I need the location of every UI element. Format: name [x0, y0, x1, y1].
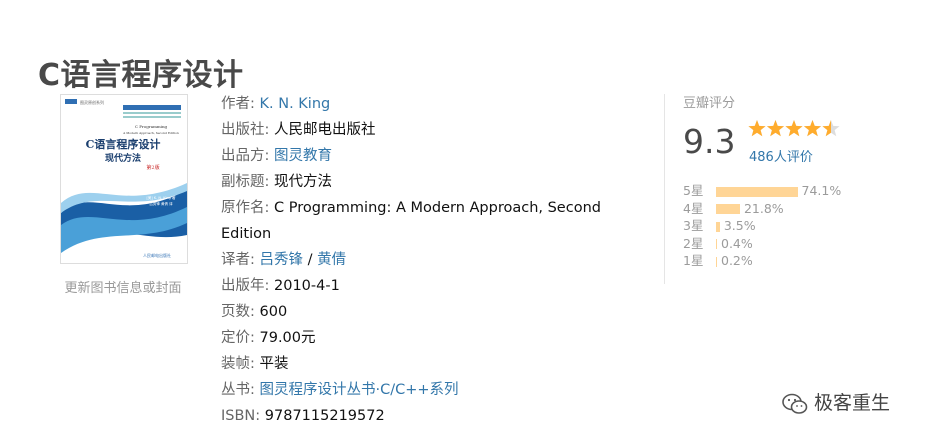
translator-link-1[interactable]: 吕秀锋 — [260, 252, 304, 268]
rating-percent: 0.4% — [721, 235, 753, 251]
cover-title-en-1: C Programming — [135, 124, 168, 129]
info-pages: 页数: 600 — [221, 304, 288, 320]
rating-bar — [716, 186, 798, 197]
cover-title-en-2: A Modern Approach, Second Edition — [122, 131, 179, 135]
star-filled-2 — [766, 120, 785, 137]
info-translators: 译者: 吕秀锋 / 黄倩 — [221, 252, 347, 268]
watermark: 极客重生 — [782, 388, 890, 415]
divider — [664, 94, 665, 284]
rating-panel: 豆瓣评分 9.3 486人评价 — [683, 92, 883, 165]
star-filled-4 — [803, 120, 822, 137]
info-subtitle: 副标题: 现代方法 — [221, 174, 332, 190]
info-publisher: 出版社: 人民邮电出版社 — [221, 122, 376, 138]
rating-bar — [716, 239, 717, 249]
rating-bar — [716, 256, 717, 267]
cover-title-cn: C语言程序设计 — [86, 137, 161, 151]
rating-percent: 74.1% — [801, 183, 842, 198]
update-cover-link[interactable]: 更新图书信息或封面 — [50, 277, 196, 296]
info-series: 丛书: 图灵程序设计丛书·C/C++系列 — [221, 382, 459, 398]
cover-author: [美] K. N. King 著 — [146, 195, 176, 200]
rating-percent: 21.8% — [743, 200, 784, 216]
producer-link[interactable]: 图灵教育 — [274, 148, 332, 164]
translator-link-2[interactable]: 黄倩 — [317, 252, 346, 268]
cover-translators: 吕秀锋 黄倩 译 — [149, 201, 173, 206]
info-isbn: ISBN: 9787115219572 — [221, 408, 385, 424]
cover-edition: 第2版 — [146, 164, 159, 171]
rating-row-label: 5星 — [683, 183, 704, 198]
star-rating-icon — [748, 120, 840, 137]
info-author: 作者: K. N. King — [221, 96, 331, 112]
rating-row-2-star: 2星 0.4% — [683, 235, 841, 253]
rating-row-3-star: 3星 3.5% — [683, 217, 841, 235]
info-binding: 装帧: 平装 — [221, 356, 289, 372]
rating-header: 豆瓣评分 — [683, 96, 736, 111]
cover-art: 图灵原创系列 C Programming A Modern Approach, … — [61, 95, 187, 263]
rating-distribution: 5星 74.1% 4星 21.8% 3星 3.5% 2星 0.4% 1星 0.2% — [683, 182, 841, 270]
cover-series-badge: 图灵原创系列 — [80, 99, 104, 105]
info-pub-year: 出版年: 2010-4-1 — [221, 278, 340, 294]
rating-percent: 3.5% — [723, 218, 756, 233]
author-link[interactable]: K. N. King — [260, 96, 331, 112]
rating-row-1-star: 1星 0.2% — [683, 252, 841, 270]
book-info: 作者: K. N. King 出版社: 人民邮电出版社 出品方: 图灵教育 副标… — [221, 91, 621, 429]
rating-percent: 0.2% — [721, 253, 753, 268]
wechat-icon — [782, 393, 808, 414]
rating-row-5-star: 5星 74.1% — [683, 182, 841, 200]
rating-bar — [716, 204, 740, 214]
rating-score: 9.3 — [683, 122, 736, 161]
star-filled-1 — [748, 120, 766, 137]
rating-bar — [716, 221, 720, 232]
page-title: C语言程序设计 — [38, 58, 244, 94]
info-price: 定价: 79.00元 — [221, 330, 316, 346]
cover-subtitle-cn: 现代方法 — [105, 152, 141, 164]
rating-count-link[interactable]: 486人评价 — [749, 146, 813, 165]
series-link[interactable]: 图灵程序设计丛书·C/C++系列 — [260, 382, 459, 398]
info-original-title: 原作名: C Programming: A Modern Approach, S… — [221, 200, 601, 242]
rating-row-label: 2星 — [683, 235, 704, 251]
cover-publisher: 人民邮电出版社 — [143, 252, 171, 258]
star-filled-3 — [785, 120, 803, 137]
rating-row-4-star: 4星 21.8% — [683, 200, 841, 218]
watermark-text: 极客重生 — [814, 392, 891, 414]
rating-row-label: 1星 — [683, 253, 704, 268]
rating-row-label: 3星 — [683, 218, 704, 233]
book-cover[interactable]: 图灵原创系列 C Programming A Modern Approach, … — [60, 94, 188, 264]
rating-row-label: 4星 — [683, 200, 704, 216]
info-producer: 出品方: 图灵教育 — [221, 148, 332, 164]
